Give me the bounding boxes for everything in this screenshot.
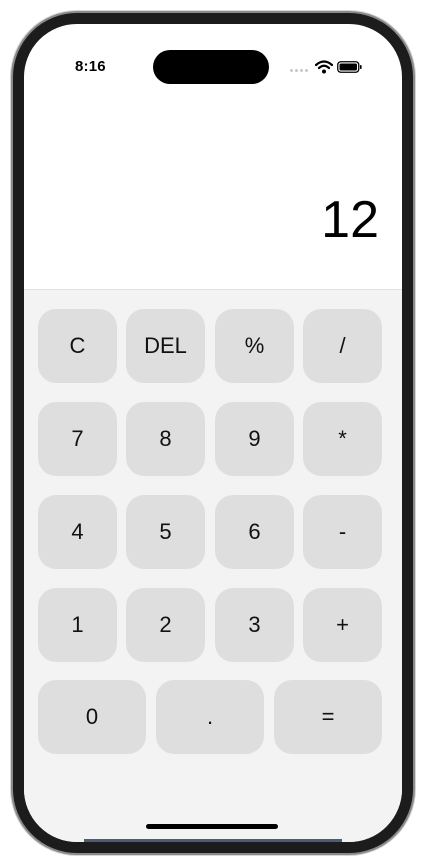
digit-2-button[interactable]: 2 xyxy=(126,588,205,662)
digit-5-button[interactable]: 5 xyxy=(126,495,205,569)
digit-4-button[interactable]: 4 xyxy=(38,495,117,569)
calculator-display: 12 xyxy=(24,84,402,289)
dynamic-island xyxy=(153,50,269,84)
wifi-icon xyxy=(315,60,333,74)
digit-6-button[interactable]: 6 xyxy=(215,495,294,569)
cellular-signal-icon xyxy=(290,69,308,72)
multiply-button[interactable]: * xyxy=(303,402,382,476)
status-time: 8:16 xyxy=(75,58,106,75)
equals-button[interactable]: = xyxy=(274,680,382,754)
phone-frame: 8:16 12 C DEL % / 7 8 9 * 4 5 6 - 1 2 3 … xyxy=(13,13,413,853)
battery-icon xyxy=(337,61,362,73)
home-indicator[interactable] xyxy=(146,824,278,829)
divide-button[interactable]: / xyxy=(303,309,382,383)
percent-button[interactable]: % xyxy=(215,309,294,383)
keypad: C DEL % / 7 8 9 * 4 5 6 - 1 2 3 + 0 . = xyxy=(24,289,402,842)
delete-button[interactable]: DEL xyxy=(126,309,205,383)
subtract-button[interactable]: - xyxy=(303,495,382,569)
digit-9-button[interactable]: 9 xyxy=(215,402,294,476)
display-value: 12 xyxy=(321,191,379,249)
clear-button[interactable]: C xyxy=(38,309,117,383)
digit-0-button[interactable]: 0 xyxy=(38,680,146,754)
status-bar: 8:16 xyxy=(24,24,402,84)
digit-7-button[interactable]: 7 xyxy=(38,402,117,476)
digit-3-button[interactable]: 3 xyxy=(215,588,294,662)
add-button[interactable]: + xyxy=(303,588,382,662)
decimal-button[interactable]: . xyxy=(156,680,264,754)
digit-1-button[interactable]: 1 xyxy=(38,588,117,662)
digit-8-button[interactable]: 8 xyxy=(126,402,205,476)
bottom-edge-strip xyxy=(84,839,342,842)
